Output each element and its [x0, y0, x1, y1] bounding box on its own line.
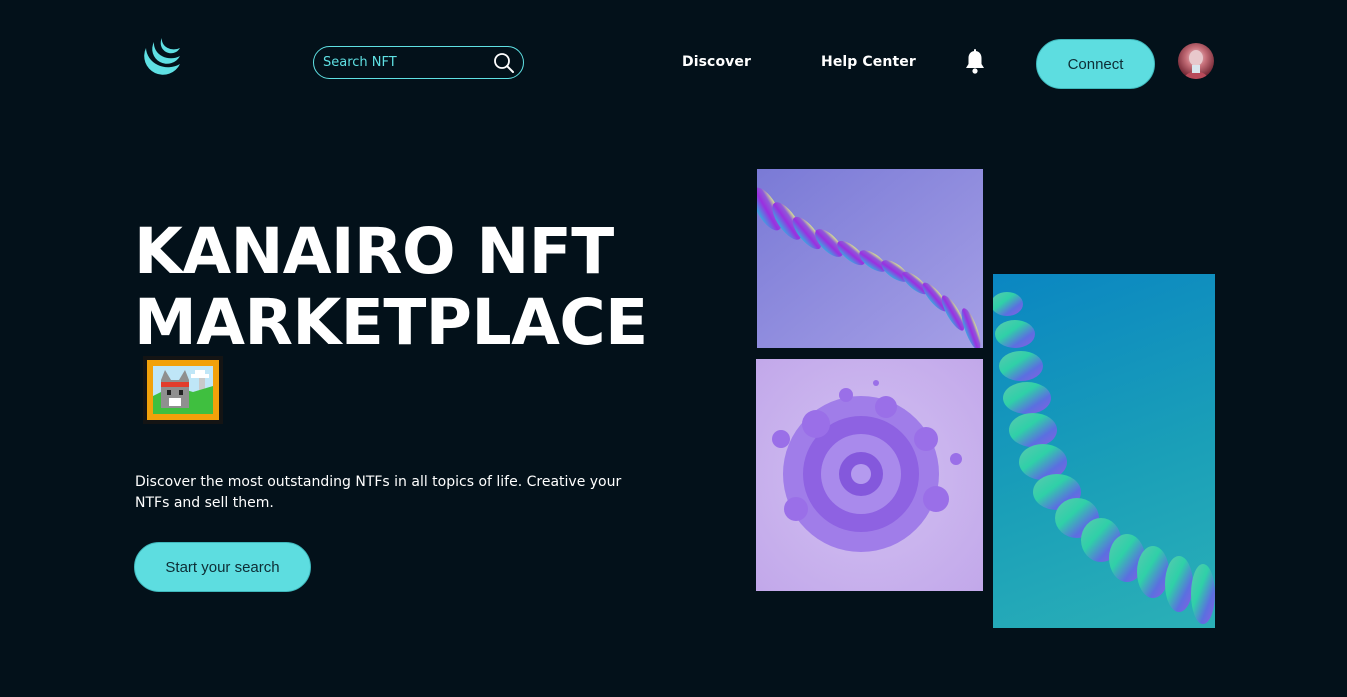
nav-discover-link[interactable]: Discover — [682, 54, 751, 70]
search-input[interactable] — [323, 55, 493, 70]
avatar[interactable] — [1178, 43, 1214, 79]
teal-wave-art[interactable] — [993, 274, 1215, 628]
start-search-button[interactable]: Start your search — [134, 542, 311, 592]
crescent-logo-icon[interactable] — [140, 36, 186, 76]
nav-help-center-link[interactable]: Help Center — [821, 54, 916, 70]
purple-wave-art[interactable] — [757, 169, 983, 348]
search-icon[interactable] — [493, 52, 515, 74]
bell-icon[interactable] — [963, 49, 987, 75]
lilac-swirl-art[interactable] — [756, 359, 983, 591]
hero-title-line2: MARKETPLACE — [134, 286, 648, 359]
hero-description: Discover the most outstanding NTFs in al… — [135, 474, 622, 511]
hero-title-line1: KANAIRO NFT — [134, 215, 614, 288]
framed-picture-icon — [143, 356, 223, 424]
search-bar[interactable] — [313, 46, 524, 79]
connect-button[interactable]: Connect — [1036, 39, 1155, 89]
hero-title: KANAIRO NFT MARKETPLACE — [134, 216, 694, 358]
